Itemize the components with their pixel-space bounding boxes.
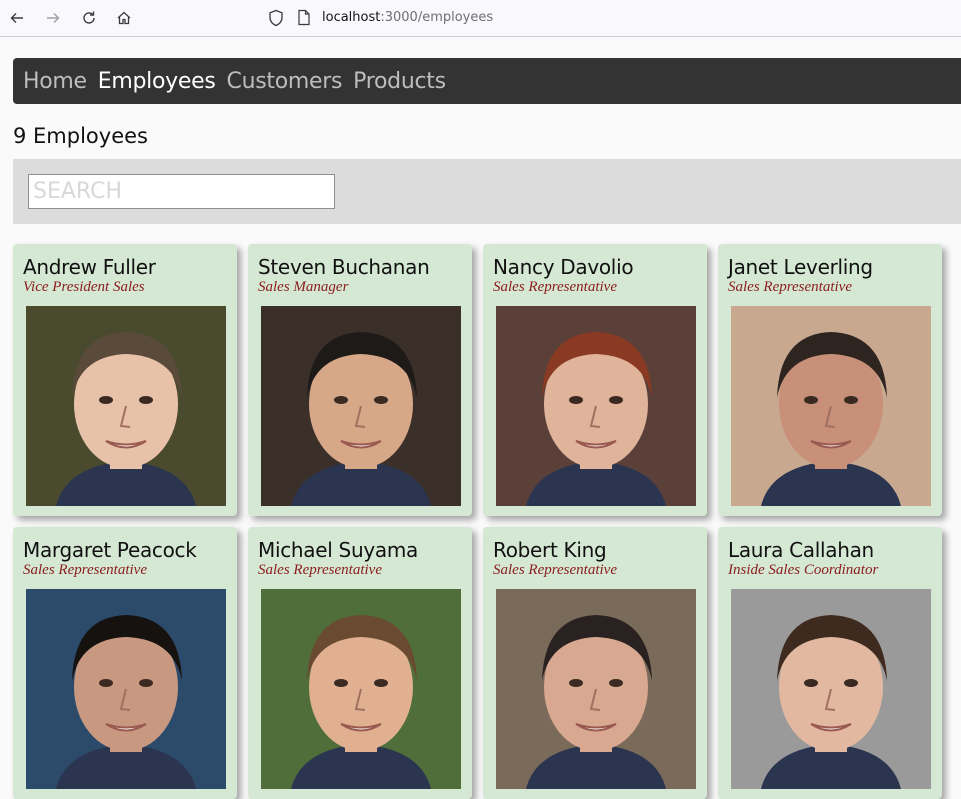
- employee-name: Laura Callahan: [728, 538, 874, 562]
- employee-card[interactable]: Steven Buchanan Sales Manager: [248, 244, 472, 516]
- employee-title: Sales Representative: [23, 562, 147, 578]
- employee-photo: [26, 589, 226, 789]
- employee-title: Sales Representative: [493, 279, 617, 295]
- employee-title: Inside Sales Coordinator: [728, 562, 879, 578]
- forward-icon[interactable]: [42, 7, 64, 29]
- url-path: :3000/employees: [380, 10, 494, 25]
- main-nav: Home Employees Customers Products: [13, 58, 961, 104]
- shield-icon[interactable]: [268, 9, 284, 27]
- page-icon: [297, 9, 311, 26]
- employee-card[interactable]: Janet Leverling Sales Representative: [718, 244, 942, 516]
- url-bar[interactable]: localhost:3000/employees: [322, 9, 493, 27]
- employee-name: Margaret Peacock: [23, 538, 197, 562]
- employee-title: Sales Representative: [728, 279, 852, 295]
- employee-card[interactable]: Michael Suyama Sales Representative: [248, 527, 472, 799]
- browser-toolbar: localhost:3000/employees: [0, 0, 961, 37]
- nav-home-link[interactable]: Home: [23, 69, 87, 94]
- employee-name: Janet Leverling: [728, 255, 873, 279]
- employee-card[interactable]: Andrew Fuller Vice President Sales: [13, 244, 237, 516]
- employee-photo: [496, 589, 696, 789]
- reload-icon[interactable]: [78, 7, 100, 29]
- employee-grid: Andrew Fuller Vice President Sales Steven …: [13, 244, 961, 799]
- nav-products-link[interactable]: Products: [353, 69, 446, 94]
- employee-count-heading: 9 Employees: [13, 124, 148, 148]
- employee-photo: [261, 306, 461, 506]
- employee-card[interactable]: Laura Callahan Inside Sales Coordinator: [718, 527, 942, 799]
- employee-card[interactable]: Nancy Davolio Sales Representative: [483, 244, 707, 516]
- employee-name: Steven Buchanan: [258, 255, 430, 279]
- back-icon[interactable]: [6, 7, 28, 29]
- employee-title: Sales Representative: [258, 562, 382, 578]
- home-icon[interactable]: [113, 7, 135, 29]
- employee-photo: [731, 306, 931, 506]
- employee-title: Sales Representative: [493, 562, 617, 578]
- url-host: localhost: [322, 10, 381, 25]
- search-input[interactable]: [28, 174, 335, 209]
- nav-employees-link[interactable]: Employees: [98, 69, 216, 94]
- nav-customers-link[interactable]: Customers: [227, 69, 343, 94]
- employee-photo: [26, 306, 226, 506]
- employee-title: Vice President Sales: [23, 279, 145, 295]
- employee-card[interactable]: Robert King Sales Representative: [483, 527, 707, 799]
- employee-name: Nancy Davolio: [493, 255, 634, 279]
- employee-title: Sales Manager: [258, 279, 349, 295]
- employee-name: Michael Suyama: [258, 538, 418, 562]
- employee-photo: [731, 589, 931, 789]
- search-panel: [13, 159, 961, 224]
- employee-name: Robert King: [493, 538, 607, 562]
- employee-photo: [261, 589, 461, 789]
- employee-card[interactable]: Margaret Peacock Sales Representative: [13, 527, 237, 799]
- employee-photo: [496, 306, 696, 506]
- employee-name: Andrew Fuller: [23, 255, 156, 279]
